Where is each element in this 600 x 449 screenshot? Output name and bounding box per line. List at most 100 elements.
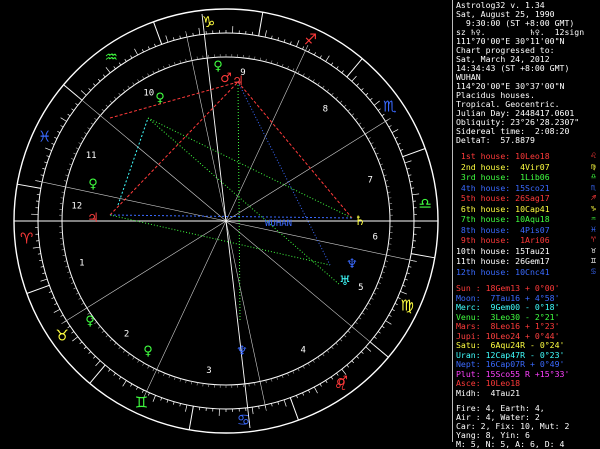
aspect-line (148, 118, 340, 285)
degree-tick-inner (352, 114, 354, 116)
degree-tick (326, 380, 328, 383)
degree-tick (142, 390, 143, 393)
house-sign-icon: ♑ (591, 205, 596, 214)
planet-name: Uran: (456, 350, 481, 360)
degree-tick-inner (143, 76, 145, 79)
degree-tick-inner (158, 371, 159, 374)
degree-tick-inner (322, 354, 324, 356)
planet-icon: ♄ (354, 214, 366, 229)
planet-name: Plut: (456, 369, 481, 379)
degree-tick-inner (260, 58, 261, 61)
zodiac-sign-icon: ♏ (383, 97, 397, 115)
house-sign-icon: ♋ (591, 268, 596, 277)
degree-tick-inner (69, 277, 72, 278)
degree-tick (403, 285, 406, 286)
degree-tick-inner (371, 298, 374, 299)
sign-divider (347, 59, 362, 77)
degree-tick (180, 403, 181, 406)
degree-tick-inner (94, 118, 96, 120)
degree-tick (89, 88, 91, 90)
degree-tick (123, 380, 127, 386)
degree-tick-inner (169, 375, 170, 378)
degree-tick (41, 175, 44, 176)
degree-tick-inner (73, 288, 76, 289)
degree-tick (271, 403, 272, 406)
degree-tick-inner (123, 350, 125, 352)
degree-tick-inner (277, 377, 278, 380)
degree-tick (314, 52, 315, 55)
degree-tick-inner (254, 383, 255, 386)
planet-motion: + 0°44' (520, 331, 559, 341)
degree-tick (54, 303, 57, 304)
degree-tick-inner (388, 192, 391, 193)
degree-tick (290, 42, 291, 45)
house-cusp-line (61, 221, 226, 324)
degree-tick-inner (67, 169, 70, 170)
degree-tick-inner (138, 360, 140, 363)
house-value: 1Ari06 (510, 235, 549, 245)
planet-position: 3Leo30 (481, 312, 520, 322)
degree-tick (278, 402, 279, 405)
degree-tick (320, 384, 322, 387)
planet-position: 6Aqu24R (481, 340, 525, 350)
degree-tick-inner (384, 266, 387, 267)
house-row: 11th house: 26Gem17 (456, 257, 550, 266)
planet-position: 12Cap47R (481, 350, 525, 360)
house-row: 9th house: 1Ari06 (456, 236, 550, 245)
degree-tick-inner (380, 164, 383, 165)
house-label: 5th house: (456, 193, 510, 203)
degree-tick (405, 161, 412, 163)
planet-icon: ♀ (213, 59, 223, 74)
planet-position: 7Tau16 (481, 293, 520, 303)
degree-tick-inner (186, 59, 187, 62)
degree-tick-inner (336, 97, 338, 99)
degree-tick (167, 400, 168, 403)
degree-tick-inner (380, 277, 383, 278)
info-panel: Astrolog32 v. 1.34Sat, August 25, 1990 9… (452, 0, 600, 442)
zodiac-sign-icon: ♊ (135, 393, 148, 411)
degree-tick-inner (298, 368, 299, 371)
degree-tick-inner (303, 74, 304, 77)
degree-tick-inner (378, 282, 381, 283)
degree-tick (395, 137, 398, 138)
degree-tick-inner (123, 89, 125, 91)
degree-tick-inner (308, 76, 310, 79)
house-value: 4Pis07 (510, 225, 549, 235)
degree-tick-inner (128, 86, 130, 88)
degree-tick-inner (138, 79, 140, 82)
degree-tick (357, 356, 359, 358)
chart-wheel[interactable]: ♈♉♊♋♌♍♎♏♐♑♒♓123456789101112♃♂♀♀♀♃♄♆♅♆♀♂♀… (0, 0, 452, 442)
house-label: 4th house: (456, 183, 510, 193)
house-number: 4 (301, 346, 306, 356)
planet-name: Jupi: (456, 331, 481, 341)
sign-divider (290, 398, 298, 421)
degree-tick-inner (91, 123, 93, 125)
degree-tick (411, 188, 414, 189)
planet-motion: - 0°24' (525, 340, 564, 350)
sign-divider (403, 148, 426, 156)
degree-tick-inner (344, 105, 346, 107)
degree-tick (284, 39, 285, 42)
degree-tick (45, 148, 51, 151)
zodiac-sign-icon: ♓ (38, 127, 51, 145)
planet-name: Nept: (456, 359, 481, 369)
degree-tick (93, 356, 95, 358)
degree-tick (41, 266, 44, 267)
planet-motion: R +15°33' (520, 369, 569, 379)
planet-icon: ♆ (346, 257, 358, 272)
degree-tick (49, 291, 52, 292)
degree-tick (352, 361, 354, 363)
house-sign-icon: ♓ (591, 226, 596, 235)
degree-tick (114, 66, 116, 68)
degree-tick (265, 30, 266, 37)
house-value: 26Gem17 (510, 256, 549, 266)
planet-motion: + 1°23' (520, 321, 559, 331)
degree-tick-inner (81, 303, 84, 305)
degree-tick (57, 131, 60, 132)
degree-tick-inner (76, 293, 79, 294)
chart-wheel-svg: ♈♉♊♋♌♍♎♏♐♑♒♓123456789101112♃♂♀♀♀♃♄♆♅♆♀♂♀… (0, 0, 452, 442)
degree-tick-inner (386, 186, 389, 187)
house-row: 3rd house: 1Lib06 (456, 173, 550, 182)
degree-tick-inner (64, 261, 67, 262)
degree-tick (125, 59, 127, 62)
